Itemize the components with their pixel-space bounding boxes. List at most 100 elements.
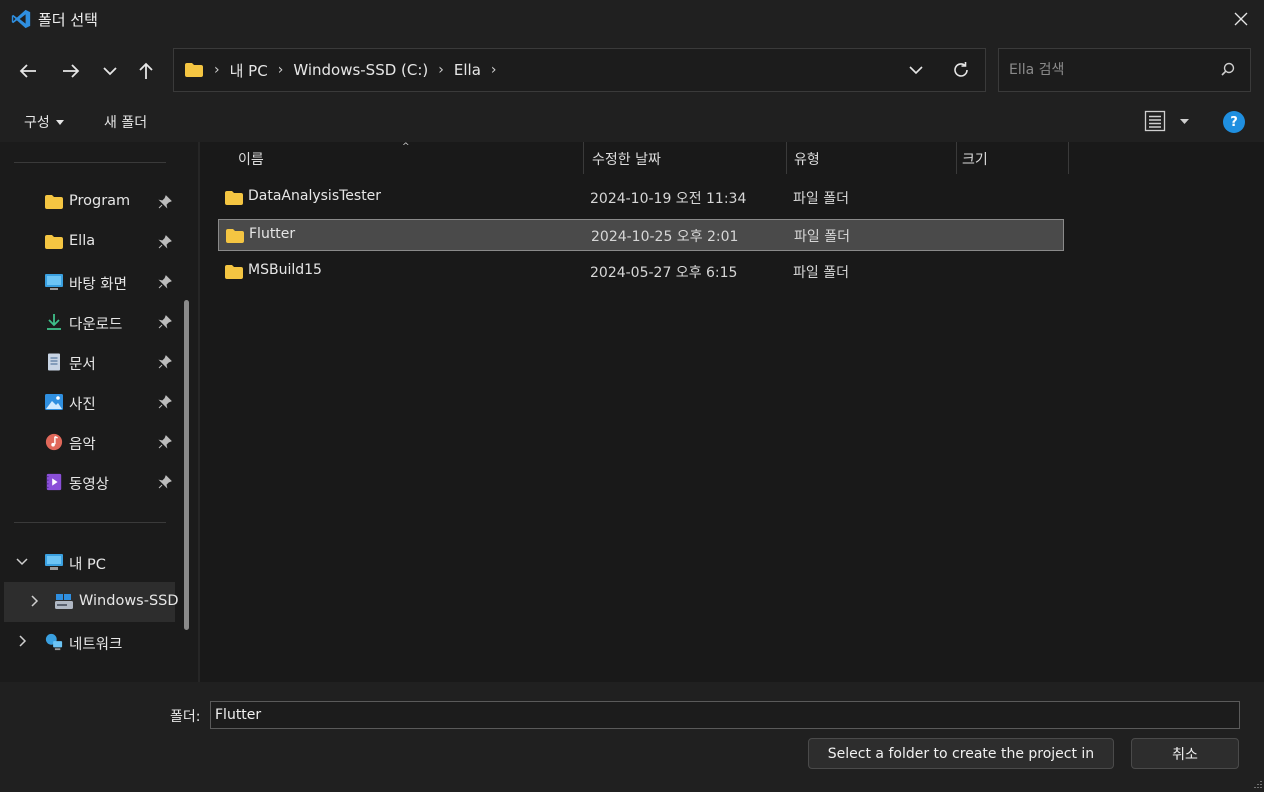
column-header-date[interactable]: 수정한 날짜 (592, 142, 661, 174)
window-title: 폴더 선택 (38, 11, 98, 29)
sidebar-scrollbar[interactable] (184, 300, 189, 630)
address-bar[interactable]: › 내 PC › Windows-SSD (C:) › Ella › (173, 48, 986, 92)
sidebar-item-label: 문서 (69, 357, 96, 373)
pin-icon[interactable] (158, 475, 172, 489)
search-input[interactable] (1009, 49, 1209, 91)
pin-icon[interactable] (158, 435, 172, 449)
sidebar-item-pictures[interactable]: 사진 (0, 382, 178, 422)
caret-down-icon (1180, 118, 1189, 124)
help-icon: ? (1230, 114, 1238, 130)
chevron-right-icon[interactable] (28, 595, 40, 607)
file-row[interactable]: MSBuild15 2024-05-27 오후 6:15 파일 폴더 (218, 256, 1064, 288)
music-icon (45, 433, 63, 451)
file-name: DataAnalysisTester (248, 188, 382, 204)
arrow-right-icon (63, 64, 80, 78)
divider (14, 162, 166, 163)
pin-icon[interactable] (158, 315, 172, 329)
column-separator[interactable] (786, 142, 787, 174)
column-header-size[interactable]: 크기 (962, 142, 988, 174)
column-separator[interactable] (583, 142, 584, 174)
pin-icon[interactable] (158, 355, 172, 369)
sidebar-item-network[interactable]: 네트워크 (0, 622, 178, 662)
file-row[interactable]: DataAnalysisTester 2024-10-19 오전 11:34 파… (218, 182, 1064, 214)
new-folder-label: 새 폴더 (104, 115, 148, 131)
back-button[interactable] (13, 56, 43, 86)
file-name: Flutter (249, 226, 296, 242)
recent-locations-button[interactable] (95, 56, 125, 86)
sidebar-item-desktop[interactable]: 바탕 화면 (0, 262, 178, 302)
column-separator[interactable] (956, 142, 957, 174)
breadcrumb: › 내 PC › Windows-SSD (C:) › Ella › (184, 49, 507, 91)
network-icon (45, 633, 63, 651)
download-icon (47, 314, 61, 330)
document-icon (48, 353, 60, 371)
pin-icon[interactable] (158, 195, 172, 209)
folder-icon (185, 63, 203, 77)
breadcrumb-item[interactable]: Ella (454, 61, 481, 79)
sidebar-item-label: 바탕 화면 (69, 277, 127, 293)
sidebar-item-label: Program (69, 193, 131, 209)
resize-grip-icon[interactable] (1250, 778, 1262, 790)
sidebar-item-ella[interactable]: Ella (0, 222, 178, 262)
new-folder-button[interactable]: 새 폴더 (104, 112, 147, 132)
chevron-down-icon (909, 66, 923, 75)
cancel-button[interactable]: 취소 (1131, 738, 1239, 769)
organize-button[interactable]: 구성 (24, 112, 64, 132)
breadcrumb-item[interactable]: 내 PC (230, 60, 268, 81)
sidebar-item-program[interactable]: Program (0, 182, 178, 222)
pin-icon[interactable] (158, 395, 172, 409)
details-view-icon (1144, 110, 1166, 132)
drive-icon (55, 594, 73, 609)
folder-icon (226, 229, 244, 243)
arrow-up-icon (139, 62, 153, 79)
file-date: 2024-10-19 오전 11:34 (590, 191, 747, 207)
sidebar-item-this-pc[interactable]: 내 PC (0, 542, 178, 582)
folder-icon (45, 235, 63, 249)
file-type: 파일 폴더 (794, 229, 850, 245)
sidebar-item-label: Ella (69, 233, 96, 249)
sidebar-item-label: 네트워크 (69, 637, 123, 653)
refresh-button[interactable] (946, 55, 976, 85)
breadcrumb-item[interactable]: Windows-SSD (C:) (293, 61, 428, 79)
sidebar-item-documents[interactable]: 문서 (0, 342, 178, 382)
file-date: 2024-10-25 오후 2:01 (591, 229, 739, 245)
help-button[interactable]: ? (1223, 111, 1245, 133)
breadcrumb-separator[interactable]: › (491, 62, 497, 78)
folder-name-input[interactable] (210, 701, 1240, 729)
chevron-down-icon (103, 67, 117, 76)
sidebar-item-label: Windows-SSD (79, 593, 179, 609)
forward-button[interactable] (56, 56, 86, 86)
sidebar-item-downloads[interactable]: 다운로드 (0, 302, 178, 342)
chevron-down-icon[interactable] (16, 555, 28, 567)
file-row-selected[interactable]: Flutter 2024-10-25 오후 2:01 파일 폴더 (218, 219, 1064, 251)
pin-icon[interactable] (158, 235, 172, 249)
refresh-icon (954, 62, 968, 77)
sort-ascending-icon: ^ (402, 142, 410, 152)
sidebar-item-windows-ssd[interactable]: Windows-SSD (4, 582, 179, 622)
organize-label: 구성 (24, 115, 50, 131)
title-bar: 폴더 선택 (0, 0, 1264, 38)
dialog-footer: 폴더: Select a folder to create the projec… (0, 682, 1264, 792)
sidebar-item-videos[interactable]: 동영상 (0, 462, 178, 502)
search-box[interactable] (998, 48, 1251, 92)
video-icon (46, 473, 62, 491)
up-button[interactable] (131, 56, 161, 86)
sidebar-item-label: 음악 (69, 437, 96, 453)
breadcrumb-separator: › (438, 62, 444, 78)
desktop-icon (45, 274, 63, 290)
close-button[interactable] (1218, 0, 1264, 38)
file-type: 파일 폴더 (793, 265, 849, 281)
column-separator[interactable] (1068, 142, 1069, 174)
column-header-type[interactable]: 유형 (794, 142, 820, 174)
address-history-button[interactable] (901, 55, 931, 85)
select-folder-button[interactable]: Select a folder to create the project in (808, 738, 1114, 769)
file-date: 2024-05-27 오후 6:15 (590, 265, 738, 281)
breadcrumb-separator: › (214, 62, 220, 78)
command-bar: 구성 새 폴더 ? (0, 102, 1264, 142)
column-header-name[interactable]: 이름 (238, 142, 264, 174)
pin-icon[interactable] (158, 275, 172, 289)
chevron-right-icon[interactable] (16, 635, 28, 647)
sidebar-item-label: 내 PC (69, 557, 106, 573)
sidebar-item-music[interactable]: 음악 (0, 422, 178, 462)
view-options-button[interactable] (1144, 110, 1189, 132)
